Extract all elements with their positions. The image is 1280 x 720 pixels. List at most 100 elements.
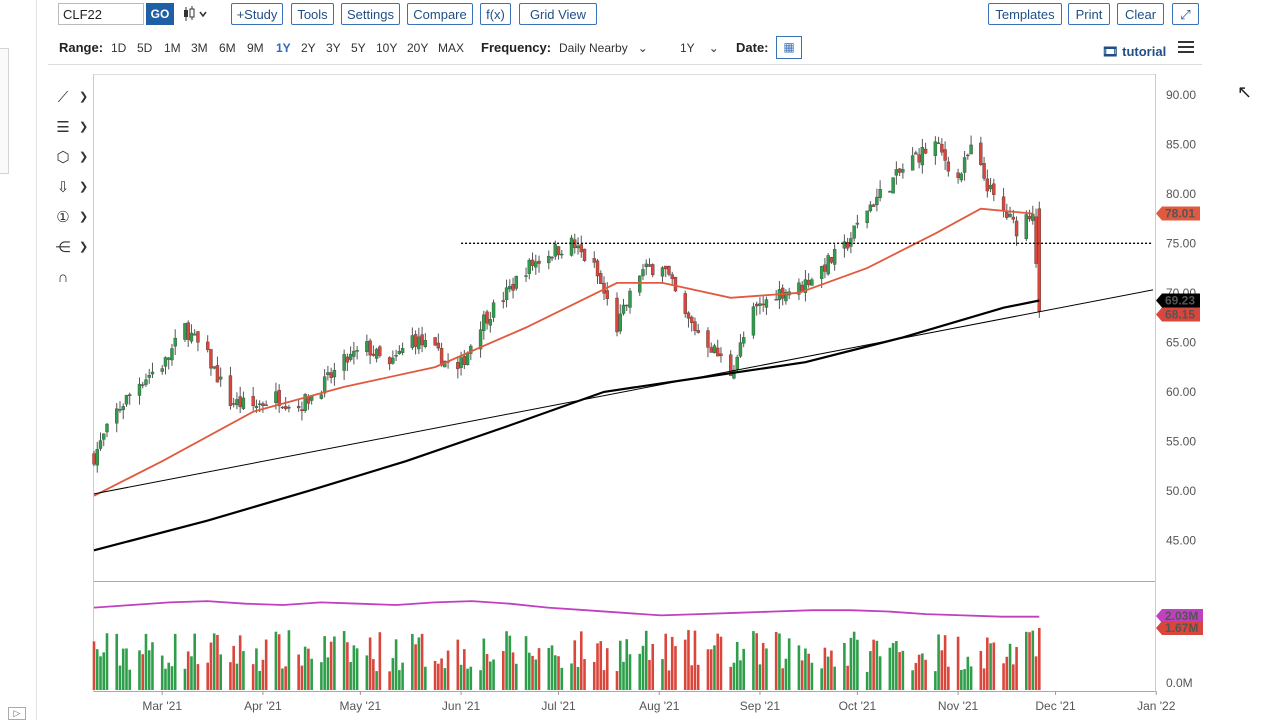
volume-bar bbox=[378, 632, 382, 690]
y-tick-label: 55.00 bbox=[1166, 434, 1196, 448]
candle-body bbox=[485, 311, 489, 324]
volume-bar bbox=[242, 651, 245, 690]
volume-bar bbox=[1028, 632, 1031, 690]
candle-body bbox=[413, 334, 418, 347]
volume-bar bbox=[515, 663, 518, 690]
volume-bar bbox=[531, 655, 534, 690]
candle-body bbox=[638, 275, 642, 293]
volume-bar bbox=[576, 666, 580, 690]
candle-body bbox=[683, 293, 687, 314]
candle-body bbox=[751, 306, 756, 336]
candle-body bbox=[102, 433, 106, 440]
volume-bar bbox=[352, 645, 356, 690]
candle-body bbox=[527, 259, 531, 274]
candle-body bbox=[163, 357, 168, 367]
volume-bar bbox=[502, 651, 505, 690]
candle-body bbox=[319, 394, 324, 399]
volume-bar bbox=[843, 642, 846, 690]
volume-bar bbox=[307, 648, 310, 690]
candle-body bbox=[962, 157, 967, 173]
candle-body bbox=[667, 266, 671, 275]
candle-body bbox=[920, 147, 925, 166]
candle-body bbox=[761, 303, 765, 306]
x-tick-label: Oct '21 bbox=[839, 699, 877, 713]
x-tick-label: Jan '22 bbox=[1137, 699, 1176, 713]
candle-body bbox=[92, 453, 96, 465]
candle-body bbox=[160, 368, 164, 372]
volume-bar bbox=[466, 668, 469, 690]
volume-bar bbox=[625, 639, 629, 690]
y-tick-label: 90.00 bbox=[1166, 88, 1196, 102]
volume-bar bbox=[95, 649, 99, 690]
volume-bar bbox=[183, 668, 187, 690]
volume-bar bbox=[489, 661, 492, 690]
volume-bar bbox=[729, 666, 732, 690]
volume-bar bbox=[420, 633, 424, 690]
y-tick-label: 85.00 bbox=[1166, 137, 1196, 151]
candle-body bbox=[868, 204, 873, 212]
volume-bar bbox=[911, 670, 914, 690]
candle-body bbox=[599, 273, 603, 284]
candle-body bbox=[959, 173, 964, 181]
volume-bar bbox=[989, 643, 992, 690]
volume-bar bbox=[599, 641, 603, 690]
price-tag-label: 69.23 bbox=[1165, 293, 1195, 307]
volume-bar bbox=[190, 656, 193, 690]
candle-body bbox=[917, 154, 921, 163]
volume-bar bbox=[888, 647, 892, 690]
volume-bar bbox=[979, 650, 983, 690]
volume-bar bbox=[651, 644, 655, 690]
candle-body bbox=[345, 356, 350, 363]
volume-bar bbox=[826, 656, 830, 690]
candle-body bbox=[709, 347, 713, 353]
candle-body bbox=[322, 376, 327, 394]
volume-bar bbox=[716, 633, 720, 690]
volume-bar bbox=[732, 662, 736, 690]
volume-bar bbox=[414, 644, 417, 690]
candle-body bbox=[673, 276, 678, 292]
candle-body bbox=[829, 257, 834, 263]
volume-bar bbox=[232, 645, 235, 690]
price-chart[interactable]: 90.0085.0080.0075.0070.0065.0060.0055.00… bbox=[0, 0, 1280, 720]
candle-body bbox=[910, 155, 915, 171]
candle-body bbox=[368, 340, 372, 356]
candle-body bbox=[459, 357, 463, 368]
volume-bar bbox=[437, 663, 440, 690]
candle-body bbox=[264, 404, 268, 406]
volume-bar bbox=[235, 663, 239, 690]
candle-body bbox=[732, 369, 736, 379]
candle-body bbox=[274, 391, 278, 403]
candle-body bbox=[1008, 213, 1012, 217]
volume-bar bbox=[238, 635, 242, 690]
volume-bar bbox=[1034, 656, 1038, 690]
candle-body bbox=[397, 350, 402, 355]
volume-bar bbox=[810, 662, 814, 690]
volume-bar bbox=[739, 660, 742, 690]
candle-body bbox=[595, 260, 600, 277]
candle-body bbox=[719, 353, 723, 357]
volume-bar bbox=[368, 637, 372, 690]
candle-body bbox=[1037, 208, 1042, 312]
volume-bar bbox=[342, 631, 346, 690]
candle-body bbox=[150, 371, 155, 375]
candle-body bbox=[946, 161, 951, 172]
candle-body bbox=[280, 406, 285, 409]
candle-body bbox=[1005, 212, 1009, 218]
volume-bar bbox=[804, 648, 807, 690]
candle-body bbox=[326, 372, 330, 376]
volume-bar bbox=[982, 668, 986, 690]
y-tick-label: 45.00 bbox=[1166, 533, 1196, 547]
volume-bar bbox=[482, 638, 486, 690]
candle-body bbox=[1024, 214, 1029, 240]
volume-bar bbox=[261, 659, 265, 690]
candle-body bbox=[329, 372, 333, 378]
volume-bar bbox=[277, 634, 281, 690]
candle-body bbox=[579, 244, 583, 253]
candle-body bbox=[894, 169, 899, 176]
candle-body bbox=[365, 341, 369, 352]
volume-bar bbox=[505, 631, 508, 690]
candle-body bbox=[696, 330, 700, 333]
candle-body bbox=[283, 406, 288, 410]
candle-body bbox=[147, 375, 151, 378]
volume-bar bbox=[394, 639, 398, 690]
